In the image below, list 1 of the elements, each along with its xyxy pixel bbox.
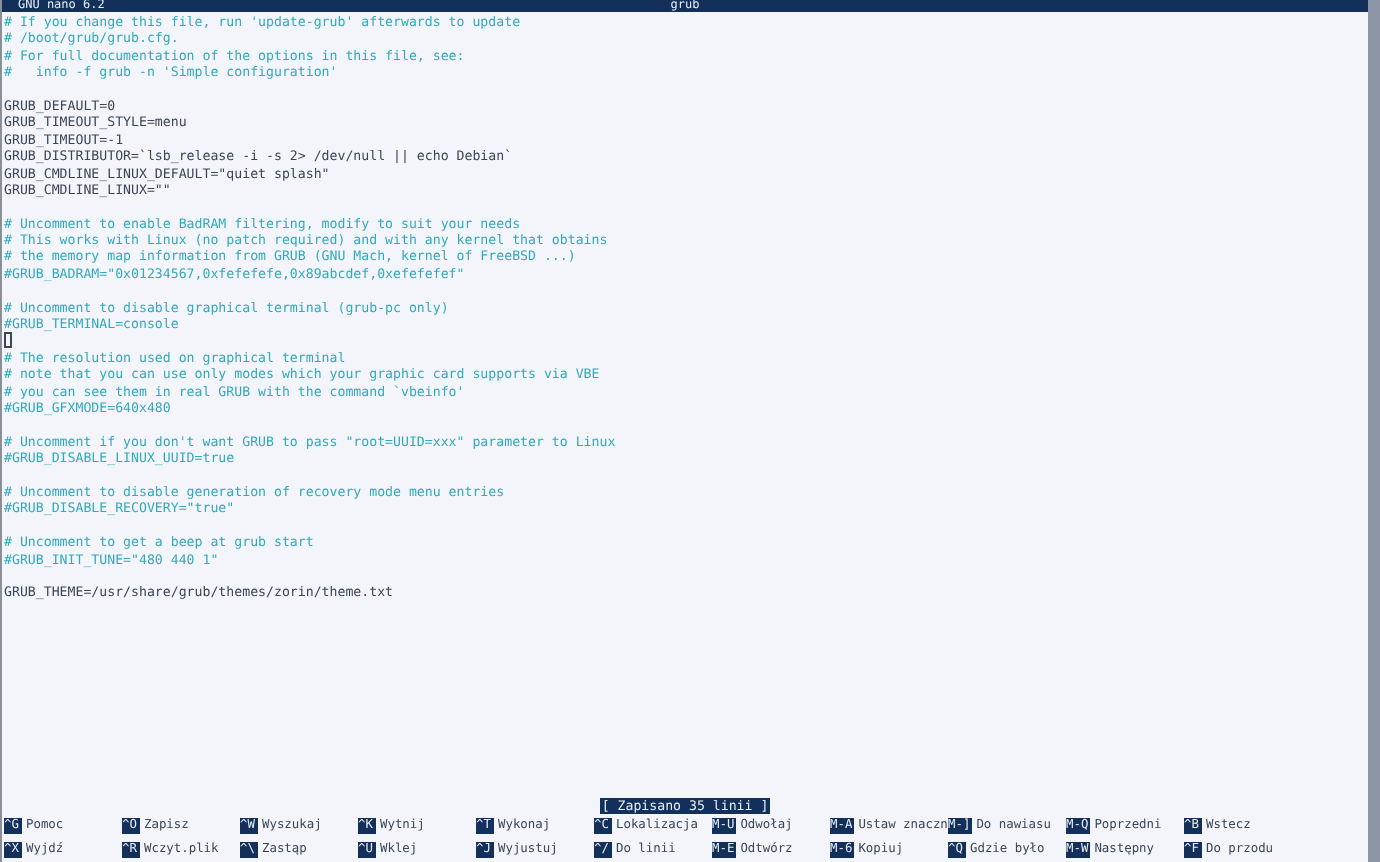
scrollbar[interactable] [1368, 0, 1380, 862]
